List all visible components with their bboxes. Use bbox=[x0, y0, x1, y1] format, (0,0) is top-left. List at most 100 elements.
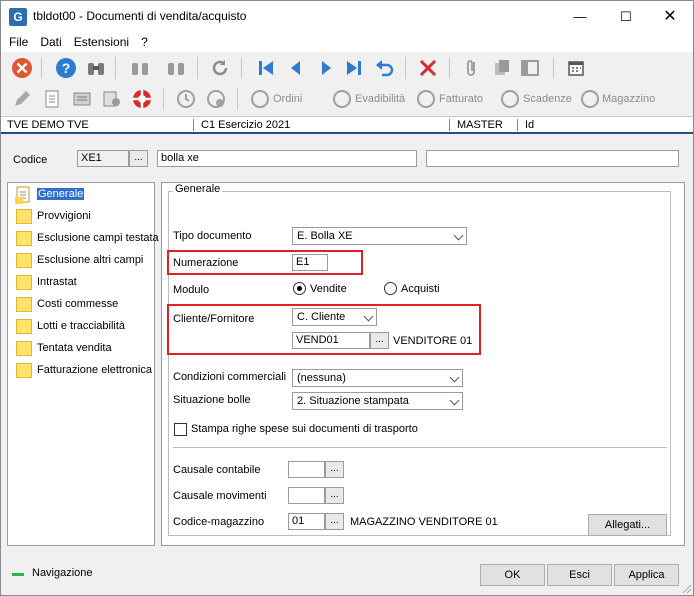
stampa-righe-checkbox[interactable] bbox=[174, 423, 187, 436]
codice-magazzino-field[interactable]: 01 bbox=[288, 513, 325, 530]
lifebuoy-icon[interactable] bbox=[131, 88, 153, 110]
tree-item-label: Provvigioni bbox=[37, 210, 91, 222]
condizioni-label: Condizioni commerciali bbox=[173, 371, 287, 383]
tree-item-costi-commesse[interactable]: Costi commesse bbox=[14, 295, 156, 315]
app-icon: G bbox=[9, 8, 27, 26]
cliente-lookup-button[interactable]: ... bbox=[370, 332, 389, 349]
chevron-down-icon bbox=[363, 311, 374, 322]
calendar-icon[interactable] bbox=[565, 57, 587, 79]
info-separator bbox=[449, 119, 450, 131]
descrizione-field[interactable]: bolla xe bbox=[157, 150, 417, 167]
tree-item-label: Generale bbox=[37, 188, 85, 200]
tree-item-fatturazione-elettronica[interactable]: Fatturazione elettronica bbox=[14, 361, 156, 381]
chevron-down-icon bbox=[453, 230, 464, 241]
cliente-fornitore-value: C. Cliente bbox=[297, 311, 346, 323]
magazzino-button[interactable]: Magazzino bbox=[602, 93, 655, 105]
magazzino-icon bbox=[581, 90, 599, 108]
divider bbox=[173, 447, 667, 448]
export-icon[interactable] bbox=[101, 88, 123, 110]
tree-item-esclusione-campi-testata[interactable]: Esclusione campi testata bbox=[14, 229, 159, 249]
toolbar-separator bbox=[115, 57, 116, 79]
applica-button[interactable]: Applica bbox=[614, 564, 679, 586]
esci-button[interactable]: Esci bbox=[547, 564, 612, 586]
evadibilita-icon bbox=[333, 90, 351, 108]
tree-item-label: Tentata vendita bbox=[37, 342, 112, 354]
main-window: G tbldot00 - Documenti di vendita/acquis… bbox=[0, 0, 694, 596]
numerazione-field[interactable]: E1 bbox=[292, 254, 328, 271]
situazione-select[interactable]: 2. Situazione stampata bbox=[292, 392, 463, 410]
allegati-button[interactable]: Allegati... bbox=[588, 514, 667, 536]
previous-record-icon[interactable] bbox=[285, 57, 307, 79]
resize-grip-icon[interactable] bbox=[681, 583, 692, 594]
tipo-documento-select[interactable]: E. Bolla XE bbox=[292, 227, 467, 245]
pencil-icon[interactable] bbox=[11, 88, 33, 110]
codice-lookup-button[interactable]: ... bbox=[129, 150, 148, 167]
attachment-icon[interactable] bbox=[461, 57, 483, 79]
ok-button[interactable]: OK bbox=[480, 564, 545, 586]
last-record-icon[interactable] bbox=[343, 57, 365, 79]
tree-item-lotti-tracciabilita[interactable]: Lotti e tracciabilità bbox=[14, 317, 156, 337]
modulo-vendite-label: Vendite bbox=[310, 283, 347, 295]
causale-contabile-lookup-button[interactable]: ... bbox=[325, 461, 344, 478]
document-icon[interactable] bbox=[41, 88, 63, 110]
evadibilita-button[interactable]: Evadibilità bbox=[355, 93, 405, 105]
causale-movimenti-field[interactable] bbox=[288, 487, 325, 504]
fatturato-button[interactable]: Fatturato bbox=[439, 93, 483, 105]
modulo-vendite-radio[interactable] bbox=[293, 282, 306, 295]
copy-icon[interactable] bbox=[491, 57, 513, 79]
menu-estensioni[interactable]: Estensioni bbox=[68, 32, 135, 49]
next-record-icon[interactable] bbox=[315, 57, 337, 79]
delete-icon[interactable] bbox=[417, 57, 439, 79]
tree-item-label: Lotti e tracciabilità bbox=[37, 320, 126, 332]
folder-icon bbox=[16, 363, 32, 378]
modulo-acquisti-radio[interactable] bbox=[384, 282, 397, 295]
minimize-button[interactable]: — bbox=[557, 1, 603, 32]
menu-dati[interactable]: Dati bbox=[34, 32, 67, 49]
tree-item-label: Esclusione campi testata bbox=[37, 232, 159, 244]
cliente-fornitore-select[interactable]: C. Cliente bbox=[292, 308, 377, 326]
undo-icon[interactable] bbox=[373, 57, 395, 79]
close-window-button[interactable]: ✕ bbox=[647, 1, 693, 32]
user-label: MASTER bbox=[457, 119, 503, 131]
tree-item-provvigioni[interactable]: Provvigioni bbox=[14, 207, 156, 227]
help-icon[interactable]: ? bbox=[55, 57, 77, 79]
menu-file[interactable]: File bbox=[1, 32, 34, 49]
menu-help[interactable]: ? bbox=[135, 32, 154, 49]
extra-field[interactable] bbox=[426, 150, 679, 167]
causale-contabile-label: Causale contabile bbox=[173, 464, 261, 476]
binoculars-prev-icon[interactable] bbox=[129, 57, 151, 79]
cancel-icon[interactable] bbox=[11, 57, 33, 79]
history-user-icon[interactable] bbox=[205, 88, 227, 110]
situazione-label: Situazione bolle bbox=[173, 394, 251, 406]
svg-text:?: ? bbox=[62, 60, 71, 76]
codice-field[interactable]: XE1 bbox=[77, 150, 129, 167]
modulo-label: Modulo bbox=[173, 284, 210, 296]
folder-icon bbox=[16, 341, 32, 356]
history-icon[interactable] bbox=[175, 88, 197, 110]
condizioni-select[interactable]: (nessuna) bbox=[292, 369, 463, 387]
condizioni-value: (nessuna) bbox=[297, 372, 346, 384]
codice-magazzino-lookup-button[interactable]: ... bbox=[325, 513, 344, 530]
first-record-icon[interactable] bbox=[255, 57, 277, 79]
scadenze-button[interactable]: Scadenze bbox=[523, 93, 572, 105]
causale-contabile-field[interactable] bbox=[288, 461, 325, 478]
toolbar-separator bbox=[405, 57, 406, 79]
binoculars-icon[interactable] bbox=[85, 57, 107, 79]
tree-item-intrastat[interactable]: Intrastat bbox=[14, 273, 156, 293]
tree-item-esclusione-altri-campi[interactable]: Esclusione altri campi bbox=[14, 251, 156, 271]
tree-item-generale[interactable]: Generale bbox=[14, 185, 156, 205]
print-list-icon[interactable] bbox=[71, 88, 93, 110]
magazzino-name: MAGAZZINO VENDITORE 01 bbox=[350, 516, 498, 528]
ordini-button[interactable]: Ordini bbox=[273, 93, 302, 105]
binoculars-next-icon[interactable] bbox=[165, 57, 187, 79]
tree-item-label: Fatturazione elettronica bbox=[37, 364, 152, 376]
cliente-code-field[interactable]: VEND01 bbox=[292, 332, 370, 349]
layout-icon[interactable] bbox=[519, 57, 541, 79]
refresh-icon[interactable] bbox=[209, 57, 231, 79]
maximize-button[interactable]: ☐ bbox=[603, 1, 649, 32]
tree-item-tentata-vendita[interactable]: Tentata vendita bbox=[14, 339, 156, 359]
year-label: C1 Esercizio 2021 bbox=[201, 119, 291, 131]
info-separator bbox=[517, 119, 518, 131]
causale-movimenti-lookup-button[interactable]: ... bbox=[325, 487, 344, 504]
company-label: TVE DEMO TVE bbox=[7, 119, 89, 131]
